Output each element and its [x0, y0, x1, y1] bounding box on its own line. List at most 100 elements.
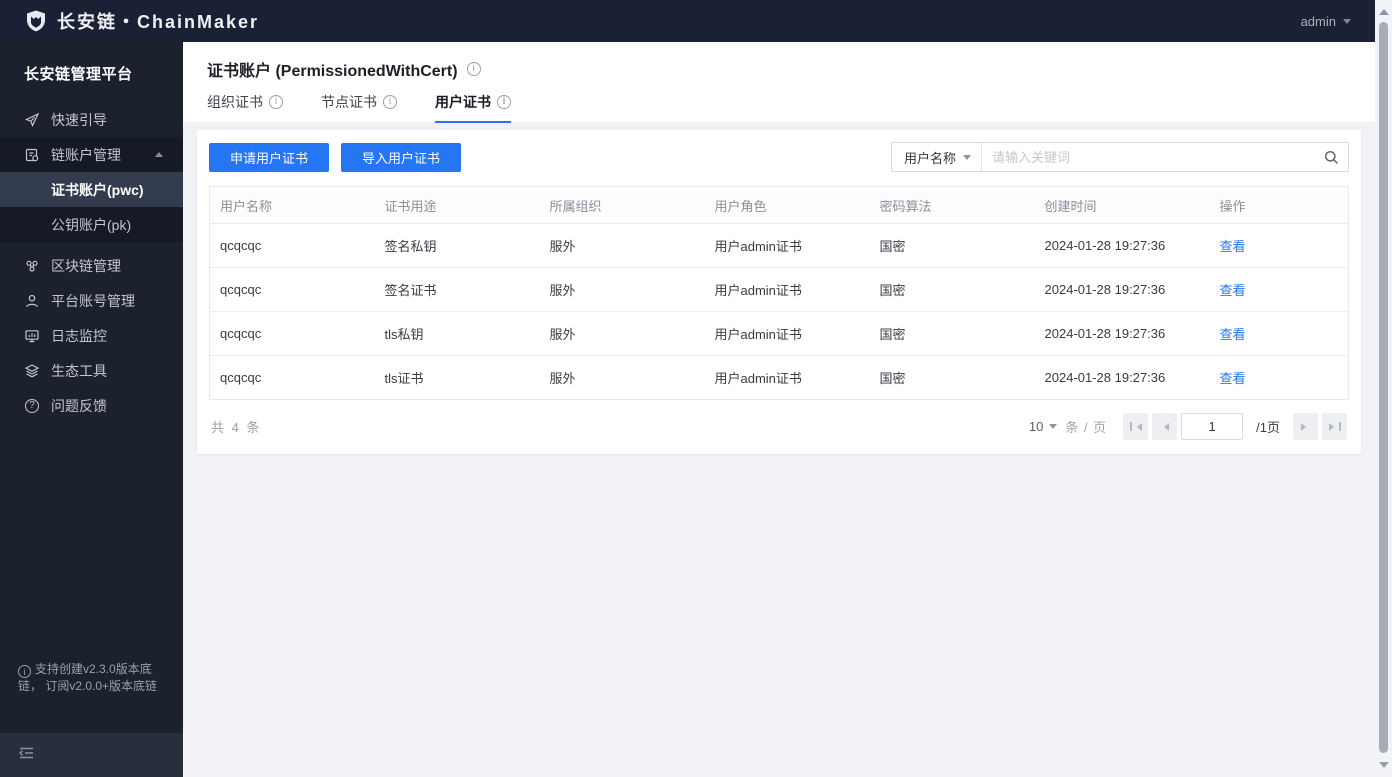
- first-page-icon: [1129, 422, 1132, 431]
- cell-cert-usage: 签名证书: [374, 267, 540, 312]
- sidebar-footer: [0, 733, 183, 777]
- table-row: qcqcqc 签名证书 服外 用户admin证书 国密 2024-01-28 1…: [209, 267, 1349, 312]
- chevron-up-icon: [155, 148, 163, 157]
- cell-user-name: qcqcqc: [209, 223, 375, 268]
- last-page-button[interactable]: [1322, 413, 1347, 440]
- next-page-button[interactable]: [1293, 413, 1318, 440]
- view-link[interactable]: 查看: [1220, 239, 1246, 254]
- search-field-select[interactable]: 用户名称: [892, 143, 983, 171]
- user-menu[interactable]: admin: [1301, 14, 1351, 29]
- search-field-label: 用户名称: [904, 150, 957, 166]
- triangle-left-icon: [1133, 422, 1142, 431]
- table-header-row: 用户名称 证书用途 所属组织 用户角色 密码算法 创建时间 操作: [209, 186, 1349, 224]
- tab-label: 用户证书: [435, 94, 491, 110]
- question-icon: ?: [24, 398, 40, 414]
- view-link[interactable]: 查看: [1220, 283, 1246, 298]
- sidebar-item-chain-account-mgmt[interactable]: 链账户管理: [0, 137, 183, 172]
- total-pages-text: /1页: [1247, 413, 1289, 440]
- total-count-text: 共 4 条: [211, 420, 262, 435]
- info-icon: i: [18, 665, 31, 678]
- cell-algorithm: 国密: [869, 267, 1035, 312]
- app-window: 长安链・ChainMaker admin 长安链管理平台 快速引导 链账户管理 …: [0, 0, 1392, 777]
- chevron-down-icon: [1343, 18, 1351, 28]
- triangle-right-icon: [1301, 422, 1310, 431]
- sidebar-item-label: 问题反馈: [51, 397, 107, 414]
- sidebar-item-platform-account-mgmt[interactable]: 平台账号管理: [0, 283, 183, 318]
- sidebar-item-label: 日志监控: [51, 327, 107, 344]
- table-row: qcqcqc 签名私钥 服外 用户admin证书 国密 2024-01-28 1…: [209, 223, 1349, 268]
- apply-user-cert-button[interactable]: 申请用户证书: [209, 142, 330, 172]
- scroll-up-arrow[interactable]: [1375, 1, 1392, 18]
- sidebar-item-blockchain-mgmt[interactable]: 区块链管理: [0, 248, 183, 283]
- cell-created: 2024-01-28 19:27:36: [1034, 223, 1210, 268]
- tab-user-cert[interactable]: 用户证书 i: [435, 92, 511, 123]
- col-cert-usage: 证书用途: [374, 186, 540, 224]
- col-user-name: 用户名称: [209, 186, 375, 224]
- first-page-button[interactable]: [1123, 413, 1149, 440]
- col-actions: 操作: [1209, 186, 1349, 224]
- tab-node-cert[interactable]: 节点证书 i: [321, 92, 397, 123]
- search-icon: [1324, 150, 1338, 164]
- sidebar-item-quick-guide[interactable]: 快速引导: [0, 102, 183, 137]
- last-page-icon: [1338, 422, 1341, 431]
- brand-text: 长安链・ChainMaker: [57, 12, 260, 32]
- tab-org-cert[interactable]: 组织证书 i: [207, 92, 283, 123]
- page-size-select[interactable]: 10: [1029, 419, 1058, 434]
- sidebar-item-cert-account-pwc[interactable]: 证书账户(pwc): [0, 172, 183, 207]
- cell-user-name: qcqcqc: [209, 267, 375, 312]
- info-icon: i: [497, 95, 511, 109]
- cell-created: 2024-01-28 19:27:36: [1034, 355, 1210, 400]
- sidebar-subitem-label: 证书账户(pwc): [51, 181, 144, 198]
- sidebar-item-label: 平台账号管理: [51, 292, 135, 309]
- col-algorithm: 密码算法: [869, 186, 1035, 224]
- cell-cert-usage: 签名私钥: [374, 223, 540, 268]
- tab-label: 组织证书: [207, 94, 263, 110]
- scrollbar-thumb[interactable]: [1379, 22, 1388, 753]
- chevron-down-icon: [1049, 424, 1058, 433]
- toolbar: 申请用户证书 导入用户证书 用户名称: [209, 142, 1349, 172]
- monitor-icon: [24, 328, 40, 344]
- cell-algorithm: 国密: [869, 355, 1035, 400]
- prev-page-button[interactable]: [1152, 413, 1178, 440]
- triangle-left-icon: [1160, 422, 1170, 431]
- collapse-sidebar-icon[interactable]: [18, 745, 35, 766]
- cell-org: 服外: [539, 311, 705, 356]
- triangle-right-icon: [1328, 422, 1338, 431]
- view-link[interactable]: 查看: [1220, 327, 1246, 342]
- window-scrollbar[interactable]: [1375, 0, 1392, 777]
- col-org: 所属组织: [539, 186, 705, 224]
- table-row: qcqcqc tls证书 服外 用户admin证书 国密 2024-01-28 …: [209, 355, 1349, 400]
- sidebar-item-pubkey-account-pk[interactable]: 公钥账户(pk): [0, 207, 183, 242]
- cell-cert-usage: tls证书: [374, 355, 540, 400]
- page-size-unit: 条 / 页: [1065, 420, 1108, 435]
- info-icon[interactable]: i: [466, 62, 481, 76]
- view-link[interactable]: 查看: [1220, 371, 1246, 386]
- triangle-up-icon: [1378, 4, 1389, 15]
- cell-algorithm: 国密: [869, 311, 1035, 356]
- cell-user-name: qcqcqc: [209, 311, 375, 356]
- sidebar-item-label: 快速引导: [51, 111, 107, 128]
- page-number-input[interactable]: [1181, 413, 1244, 440]
- sidebar-item-feedback[interactable]: ? 问题反馈: [0, 388, 183, 423]
- search-input[interactable]: [982, 149, 1314, 165]
- cell-user-name: qcqcqc: [209, 355, 375, 400]
- cell-created: 2024-01-28 19:27:36: [1034, 267, 1210, 312]
- page-body: 申请用户证书 导入用户证书 用户名称 请输入关键词 用户名称 证书用途 所属组织…: [183, 122, 1375, 777]
- content-card: 申请用户证书 导入用户证书 用户名称 请输入关键词 用户名称 证书用途 所属组织…: [197, 130, 1361, 454]
- cell-role: 用户admin证书: [704, 355, 870, 400]
- user-icon: [24, 293, 40, 309]
- sidebar-item-label: 区块链管理: [51, 257, 121, 274]
- import-user-cert-button[interactable]: 导入用户证书: [341, 142, 462, 172]
- version-note: i 支持创建v2.3.0版本底链， 订阅v2.0.0+版本底链: [18, 661, 158, 693]
- user-name: admin: [1300, 13, 1336, 29]
- layers-icon: [24, 363, 40, 379]
- cell-role: 用户admin证书: [704, 223, 870, 268]
- sidebar-item-eco-tools[interactable]: 生态工具: [0, 353, 183, 388]
- scroll-down-arrow[interactable]: [1375, 759, 1392, 776]
- main-content: 证书账户 (PermissionedWithCert) i 组织证书 i 节点证…: [183, 42, 1375, 777]
- triangle-down-icon: [1378, 762, 1389, 773]
- cell-org: 服外: [539, 355, 705, 400]
- pagination: 共 4 条 10 条 / 页 1 /1页: [209, 413, 1349, 440]
- sidebar-item-log-monitor[interactable]: 日志监控: [0, 318, 183, 353]
- search-button[interactable]: [1314, 143, 1348, 171]
